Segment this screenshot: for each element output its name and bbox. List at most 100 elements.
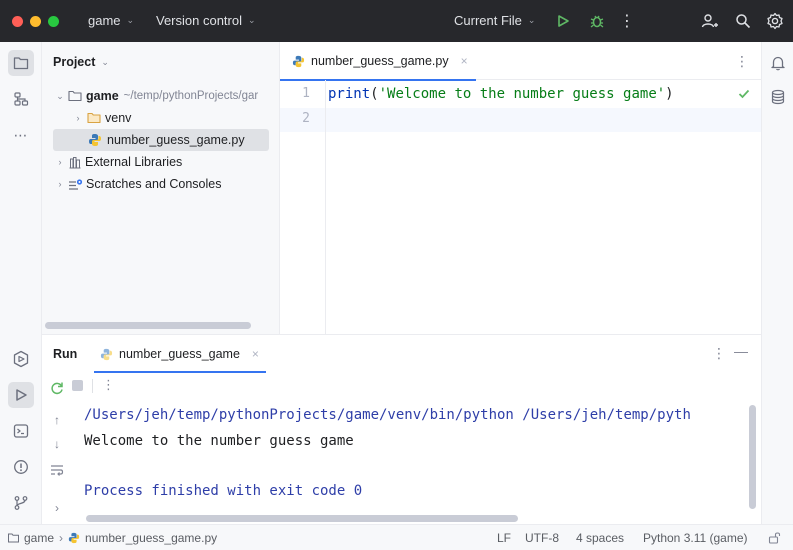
project-panel-scrollbar[interactable] <box>45 322 251 329</box>
scroll-up-icon[interactable]: ↑ <box>48 411 66 429</box>
terminal-tool-button[interactable] <box>8 418 34 444</box>
structure-icon <box>14 92 29 106</box>
console-vertical-scrollbar[interactable] <box>749 405 756 509</box>
terminal-icon <box>13 424 29 438</box>
git-tool-button[interactable] <box>8 490 34 516</box>
tree-item-scratches[interactable]: › Scratches and Consoles <box>42 173 279 195</box>
run-panel-title: Run <box>53 347 78 361</box>
python-file-icon <box>68 532 80 544</box>
python-file-icon <box>292 55 305 67</box>
debug-icon <box>590 15 604 28</box>
python-file-icon <box>89 134 101 146</box>
line-separator-widget[interactable]: LF <box>497 531 511 545</box>
code-keyword: print <box>328 86 371 102</box>
editor-tab[interactable]: number_guess_game.py × <box>280 42 476 81</box>
line-number: 2 <box>302 111 310 126</box>
run-toolbar: ↑ ↓ › <box>42 375 84 525</box>
vcs-selector[interactable]: Version control ⌄ <box>156 13 256 28</box>
code-line[interactable]: print('Welcome to the number guess game'… <box>328 86 674 102</box>
tree-item-venv[interactable]: › venv <box>42 107 279 129</box>
close-window-button[interactable] <box>12 16 23 27</box>
tree-item-file[interactable]: number_guess_game.py <box>53 129 269 151</box>
soft-wrap-icon[interactable] <box>48 461 66 479</box>
scratches-icon <box>69 178 83 190</box>
current-line-highlight <box>280 108 761 132</box>
chevron-right-icon[interactable]: › <box>54 157 66 167</box>
active-tab-indicator <box>94 371 266 373</box>
tree-item-label: Scratches and Consoles <box>86 177 222 191</box>
close-icon[interactable]: × <box>461 54 468 68</box>
console-command-line: /Users/jeh/temp/pythonProjects/game/venv… <box>84 407 691 423</box>
tree-item-label: venv <box>105 111 132 125</box>
services-icon <box>13 350 29 368</box>
project-selector[interactable]: game ⌄ <box>88 13 134 28</box>
breadcrumb-separator: › <box>59 531 64 545</box>
interpreter-widget[interactable]: Python 3.11 (game) <box>643 531 748 545</box>
minimize-window-button[interactable] <box>30 16 41 27</box>
minimize-panel-icon[interactable]: — <box>734 343 748 359</box>
python-file-icon <box>100 348 113 360</box>
run-tool-button[interactable] <box>8 382 34 408</box>
folder-icon <box>68 90 82 102</box>
project-tool-button[interactable] <box>8 50 34 76</box>
console-horizontal-scrollbar[interactable] <box>86 515 518 522</box>
project-panel-title[interactable]: Project ⌄ <box>53 55 109 69</box>
lock-icon[interactable] <box>768 531 781 544</box>
checkmark-icon[interactable] <box>738 89 750 99</box>
run-config-label: Current File <box>454 13 522 28</box>
more-actions-icon[interactable]: ⋮ <box>616 10 638 32</box>
chevron-down-icon[interactable]: ⌄ <box>54 91 66 102</box>
zoom-window-button[interactable] <box>48 16 59 27</box>
more-tools-icon[interactable]: ⋯ <box>8 122 34 148</box>
breadcrumb-file[interactable]: number_guess_game.py <box>85 531 217 545</box>
code-punctuation: ( <box>370 86 379 102</box>
chevron-right-icon[interactable]: › <box>54 179 66 189</box>
breadcrumb-root[interactable]: game <box>24 531 54 545</box>
library-icon <box>69 156 81 168</box>
notifications-button[interactable] <box>767 52 789 74</box>
status-bar: game › number_guess_game.py LF UTF-8 4 s… <box>0 524 793 550</box>
right-tool-strip <box>761 42 793 524</box>
tree-item-external-libraries[interactable]: › External Libraries <box>42 151 279 173</box>
search-icon[interactable] <box>732 10 754 32</box>
debug-button[interactable] <box>586 10 608 32</box>
indent-widget[interactable]: 4 spaces <box>576 531 624 545</box>
rerun-icon[interactable] <box>48 379 66 397</box>
scroll-down-icon[interactable]: ↓ <box>48 435 66 453</box>
stop-icon[interactable] <box>72 380 83 391</box>
project-selector-label: game <box>88 13 121 28</box>
chevron-down-icon: ⌄ <box>101 56 109 67</box>
chevron-right-icon[interactable]: › <box>72 113 84 123</box>
run-tab[interactable]: number_guess_game × <box>100 347 259 361</box>
tree-item-label: External Libraries <box>85 155 183 169</box>
run-button[interactable] <box>552 10 574 32</box>
editor-tab-bar: number_guess_game.py × ⋮ <box>280 42 761 81</box>
services-tool-button[interactable] <box>8 346 34 372</box>
settings-icon[interactable] <box>764 10 786 32</box>
left-tool-strip: ⋯ <box>0 42 42 524</box>
structure-tool-button[interactable] <box>8 86 34 112</box>
chevron-right-icon[interactable]: › <box>48 499 66 517</box>
folder-icon <box>8 533 19 543</box>
add-user-icon[interactable] <box>698 10 720 32</box>
console-exit-line: Process finished with exit code 0 <box>84 483 363 499</box>
tab-options-icon[interactable]: ⋮ <box>735 53 749 70</box>
database-button[interactable] <box>767 86 789 108</box>
more-actions-icon[interactable]: ⋮ <box>102 377 115 393</box>
tree-item-root[interactable]: ⌄ game ~/temp/pythonProjects/gar <box>42 85 279 107</box>
code-string: 'Welcome to the number guess game' <box>378 86 666 102</box>
editor: number_guess_game.py × ⋮ 1 2 print('Welc… <box>280 42 761 334</box>
close-icon[interactable]: × <box>252 347 259 361</box>
problems-tool-button[interactable] <box>8 454 34 480</box>
project-icon <box>13 57 29 70</box>
problems-icon <box>14 460 28 474</box>
run-panel-options-icon[interactable]: ⋮ <box>712 345 726 362</box>
line-number: 1 <box>302 86 310 101</box>
console-output-line: Welcome to the number guess game <box>84 433 354 449</box>
run-config-selector[interactable]: Current File ⌄ <box>454 13 535 28</box>
encoding-widget[interactable]: UTF-8 <box>525 531 559 545</box>
chevron-down-icon: ⌄ <box>527 15 536 25</box>
notifications-icon <box>771 56 785 71</box>
folder-icon <box>87 112 101 124</box>
database-icon <box>771 89 785 105</box>
